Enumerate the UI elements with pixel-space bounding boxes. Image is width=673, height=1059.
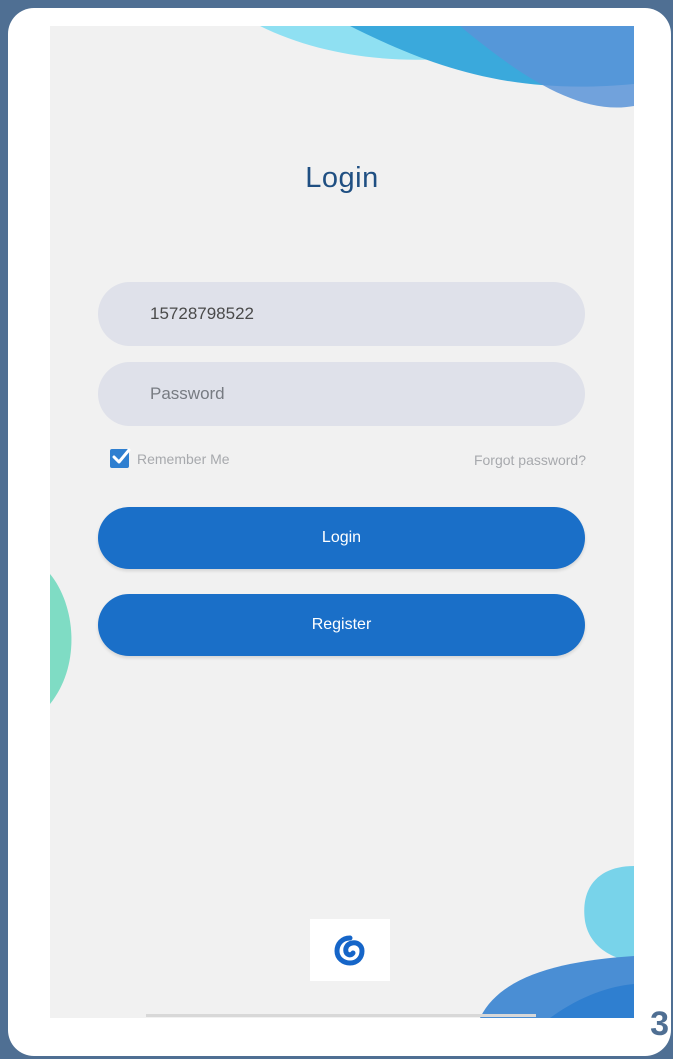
home-indicator: [146, 1014, 536, 1017]
slide-card: Login Remember Me Forgot password? Login…: [8, 8, 671, 1056]
forgot-password-link[interactable]: Forgot password?: [474, 452, 586, 468]
username-input[interactable]: [98, 282, 585, 346]
password-input[interactable]: [98, 362, 585, 426]
remember-me-checkbox[interactable]: [110, 448, 131, 468]
app-logo: [310, 919, 390, 981]
phone-screen: Login Remember Me Forgot password? Login…: [50, 26, 634, 1018]
login-button[interactable]: Login: [98, 507, 585, 569]
slide-number: 3: [650, 1005, 669, 1043]
checkmark-icon: [112, 448, 131, 464]
remember-me-label: Remember Me: [137, 450, 230, 467]
remember-me-toggle[interactable]: Remember Me: [110, 448, 230, 468]
bottom-wave-decoration: [480, 866, 634, 1018]
swirl-logo-icon: [334, 935, 365, 966]
register-button[interactable]: Register: [98, 594, 585, 656]
top-wave-decoration: [260, 26, 634, 108]
left-blob-decoration: [50, 574, 72, 704]
page-title: Login: [305, 162, 379, 194]
